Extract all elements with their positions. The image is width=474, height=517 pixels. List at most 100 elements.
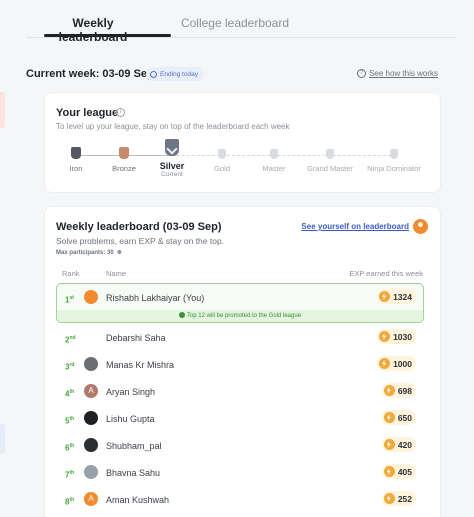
tab-college-leaderboard[interactable]: College leaderboard xyxy=(178,16,292,30)
avatar xyxy=(84,290,98,304)
max-participants-label: Max participants: 30 xyxy=(56,249,114,256)
leaderboard-title: Weekly leaderboard (03-09 Sep) xyxy=(56,221,222,233)
avatar: A xyxy=(84,384,98,398)
exp-badge: 1030 xyxy=(377,329,416,344)
locked-medal-icon xyxy=(218,149,226,159)
rank-suffix: th xyxy=(69,416,75,422)
lightning-icon xyxy=(383,412,395,423)
column-header-name: Name xyxy=(106,269,127,278)
table-row[interactable]: 2nd Debarshi Saha 1030 xyxy=(56,327,424,354)
lightning-icon xyxy=(383,385,395,396)
table-row[interactable]: 5th Lishu Gupta 650 xyxy=(56,408,424,435)
tier-label: Grand Master xyxy=(307,164,353,173)
tier-label: Gold xyxy=(214,164,230,173)
rank-label: 6th xyxy=(65,443,74,453)
ending-today-label: Ending today xyxy=(160,70,198,78)
participant-name: Aryan Singh xyxy=(106,387,156,397)
participant-name: Debarshi Saha xyxy=(106,333,166,343)
rank-label: 5th xyxy=(65,416,74,426)
tab-weekly-leaderboard[interactable]: Weekly leaderboard xyxy=(42,16,144,44)
current-week-title: Current week: 03-09 Sep xyxy=(26,68,154,80)
avatar xyxy=(84,330,98,344)
exp-value: 1000 xyxy=(393,358,412,369)
avatar xyxy=(84,411,98,425)
rank-suffix: nd xyxy=(69,335,76,341)
see-yourself-link[interactable]: See yourself on leaderboard xyxy=(301,219,428,234)
exp-value: 405 xyxy=(397,466,412,477)
exp-badge: 650 xyxy=(381,410,416,425)
locked-medal-icon xyxy=(390,149,398,159)
locked-medal-icon xyxy=(270,149,278,159)
rank-suffix: th xyxy=(69,389,75,395)
lightning-icon xyxy=(379,358,391,369)
how-it-works-label: See how this works xyxy=(369,69,438,78)
table-row[interactable]: 4th A Aryan Singh 698 xyxy=(56,381,424,408)
exp-badge: 252 xyxy=(381,491,416,506)
exp-badge: 1000 xyxy=(377,356,416,371)
question-icon: ? xyxy=(357,69,367,78)
clock-icon xyxy=(150,70,157,78)
sidebar-marker xyxy=(0,92,5,128)
league-title: Your league xyxy=(56,107,119,119)
tier-label: Bronze xyxy=(112,164,136,173)
ending-today-badge: Ending today xyxy=(146,67,204,81)
tier-iron: Iron xyxy=(65,147,87,173)
tier-bronze: Bronze xyxy=(109,147,139,173)
participant-name: Manas Kr Mishra xyxy=(106,360,175,370)
rank-suffix: st xyxy=(69,295,74,301)
info-icon[interactable]: i xyxy=(116,108,125,117)
lightning-icon xyxy=(383,466,395,477)
table-row[interactable]: 1st Rishabh Lakhaiyar (You) 1324 xyxy=(56,287,424,314)
tier-label: Master xyxy=(262,164,286,173)
tier-label: Ninja Dominator xyxy=(367,164,421,173)
exp-badge: 1324 xyxy=(377,289,416,304)
exp-badge: 420 xyxy=(381,437,416,452)
lightning-icon xyxy=(383,439,395,450)
lightning-icon xyxy=(383,493,395,504)
participant-name: Lishu Gupta xyxy=(106,414,155,424)
table-row[interactable]: 7th Bhavna Sahu 405 xyxy=(56,462,424,489)
tier-silver: Silver Current xyxy=(157,139,187,178)
rank-suffix: th xyxy=(69,443,75,449)
participant-name: Bhavna Sahu xyxy=(106,468,161,478)
tier-label: Silver xyxy=(159,161,185,171)
tier-current-label: Current xyxy=(161,171,183,178)
exp-badge: 405 xyxy=(381,464,416,479)
lightning-icon xyxy=(379,331,391,342)
users-icon: ☻ xyxy=(115,249,124,256)
column-header-exp: EXP earned this week xyxy=(349,269,423,278)
column-header-rank: Rank xyxy=(62,269,80,278)
table-row[interactable]: 3rd Manas Kr Mishra 1000 xyxy=(56,354,424,381)
avatar xyxy=(84,357,98,371)
exp-value: 650 xyxy=(397,412,412,423)
avatar xyxy=(84,465,98,479)
exp-value: 1030 xyxy=(393,331,412,342)
rank-label: 8th xyxy=(65,497,74,507)
leaderboard-subtitle: Solve problems, earn EXP & stay on the t… xyxy=(56,236,225,246)
rank-suffix: rd xyxy=(69,362,75,368)
tab-bar: Weekly leaderboard College leaderboard xyxy=(26,0,456,44)
iron-medal-icon xyxy=(71,147,81,159)
exp-badge: 698 xyxy=(381,383,416,398)
rank-label: 3rd xyxy=(65,362,74,372)
exp-value: 1324 xyxy=(393,291,412,302)
current-week-row: Current week: 03-09 Sep Ending today ? S… xyxy=(26,66,438,84)
tier-master: Master xyxy=(257,149,291,173)
exp-value: 252 xyxy=(397,493,412,504)
league-subtitle: To level up your league, stay on top of … xyxy=(56,122,290,131)
rank-label: 1st xyxy=(65,295,74,305)
table-row[interactable]: 6th Shubham_pal 420 xyxy=(56,435,424,462)
exp-value: 420 xyxy=(397,439,412,450)
weekly-leaderboard-card: Weekly leaderboard (03-09 Sep) Solve pro… xyxy=(44,206,441,517)
bronze-medal-icon xyxy=(119,147,129,159)
lightning-icon xyxy=(379,291,391,302)
avatar: A xyxy=(84,492,98,506)
how-it-works-link[interactable]: ? See how this works xyxy=(357,69,438,78)
participant-name: Shubham_pal xyxy=(106,441,162,451)
tier-label: Iron xyxy=(69,164,83,173)
tier-grand-master: Grand Master xyxy=(305,149,355,173)
participant-name: Rishabh Lakhaiyar (You) xyxy=(106,293,205,303)
your-league-card: Your league i To level up your league, s… xyxy=(44,92,441,193)
max-participants: Max participants: 30 ☻ xyxy=(56,249,123,256)
table-row[interactable]: 8th A Aman Kushwah 252 xyxy=(56,489,424,516)
